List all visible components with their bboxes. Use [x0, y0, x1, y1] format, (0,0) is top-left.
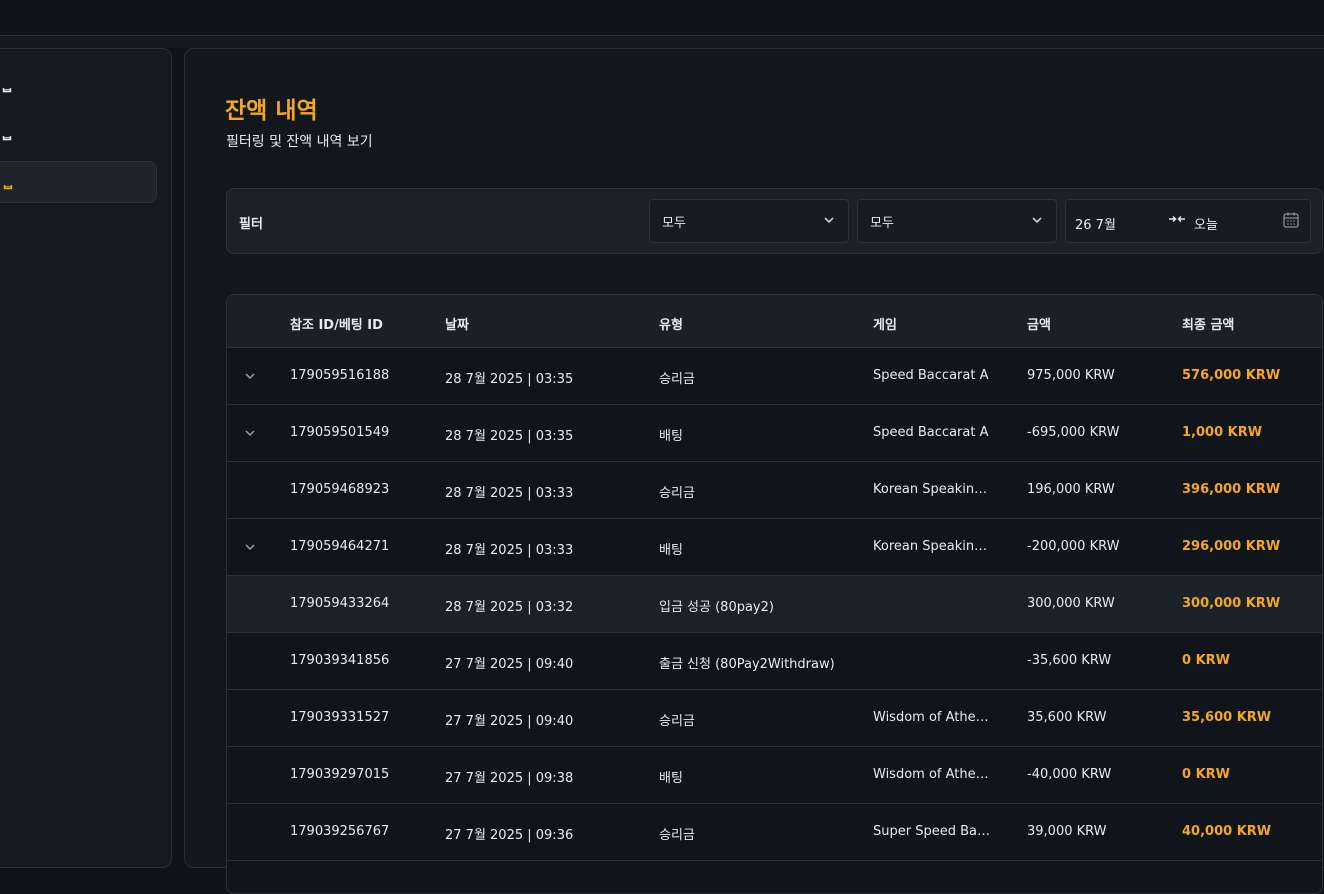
type-select[interactable]: 모두: [649, 199, 849, 243]
sidebar-item-2[interactable]: ᆸ: [0, 112, 157, 154]
cell-game: Korean Speakin…: [873, 482, 988, 497]
date-to[interactable]: 오늘: [1194, 214, 1218, 233]
cell-ref-id: 179039256767: [290, 824, 390, 839]
table-row[interactable]: 179059501549 28 7월 2025 | 03:35 배팅 Speed Ba…: [227, 405, 1322, 462]
page-subtitle: 필터링 및 잔액 내역 보기: [226, 134, 373, 150]
cell-final-amount: 296,000 KRW: [1182, 539, 1281, 554]
cell-amount: 35,600 KRW: [1027, 710, 1107, 725]
table-row[interactable]: 179059516188 28 7월 2025 | 03:35 승리금 Speed B…: [227, 348, 1322, 405]
cell-type: 입금 성공 (80pay2): [659, 600, 774, 615]
cell-amount: -40,000 KRW: [1027, 767, 1112, 782]
cell-ref-id: 179039297015: [290, 767, 390, 782]
sidebar-item-label: ᆸ: [1, 79, 13, 95]
chevron-down-icon: [1032, 217, 1042, 224]
cell-ref-id: 179059433264: [290, 596, 390, 611]
calendar-icon[interactable]: [1282, 211, 1300, 229]
sidebar: ᆸ ᆸ ᆸ: [0, 48, 172, 868]
cell-game: Super Speed Ba…: [873, 824, 990, 839]
sidebar-item-3-active[interactable]: ᆸ: [0, 161, 157, 203]
cell-type: 승리금: [659, 486, 695, 501]
cell-final-amount: 35,600 KRW: [1182, 710, 1272, 725]
game-select[interactable]: 모두: [857, 199, 1057, 243]
header-ref-id: 참조 ID/베팅 ID: [290, 318, 383, 333]
cell-date: 28 7월 2025 | 03:33: [445, 486, 574, 501]
cell-final-amount: 1,000 KRW: [1182, 425, 1263, 440]
cell-amount: -35,600 KRW: [1027, 653, 1112, 668]
date-from[interactable]: 26 7월: [1075, 214, 1116, 233]
cell-ref-id: 179059468923: [290, 482, 390, 497]
cell-game: Speed Baccarat A: [873, 425, 989, 440]
cell-amount: -200,000 KRW: [1027, 539, 1120, 554]
sidebar-item-label: ᆸ: [1, 127, 13, 143]
cell-final-amount: 0 KRW: [1182, 653, 1230, 668]
cell-amount: 196,000 KRW: [1027, 482, 1115, 497]
cell-date: 28 7월 2025 | 03:35: [445, 429, 574, 444]
cell-type: 승리금: [659, 714, 695, 729]
sidebar-item-label: ᆸ: [2, 176, 14, 192]
cell-date: 27 7월 2025 | 09:38: [445, 771, 574, 786]
table-row[interactable]: 179059464271 28 7월 2025 | 03:33 배팅 Korean S…: [227, 519, 1322, 576]
cell-ref-id: 179059464271: [290, 539, 390, 554]
cell-game: Korean Speakin…: [873, 539, 988, 554]
game-select-value: 모두: [870, 215, 894, 231]
chevron-down-icon: [824, 217, 834, 224]
filter-bar: 필터 모두 모두 26 7월 오늘: [226, 188, 1323, 254]
cell-type: 승리금: [659, 828, 695, 843]
table-header: 참조 ID/베팅 ID 날짜 유형 게임 금액 최종 금액: [227, 295, 1322, 348]
cell-type: 배팅: [659, 771, 683, 786]
cell-amount: 975,000 KRW: [1027, 368, 1115, 383]
table-row[interactable]: 179039331527 27 7월 2025 | 09:40 승리금 Wisdom …: [227, 690, 1322, 747]
expand-chevron-icon[interactable]: [243, 541, 257, 553]
table-row[interactable]: 179059433264 28 7월 2025 | 03:32 입금 성공 (80p…: [227, 576, 1322, 633]
header-game: 게임: [873, 318, 897, 333]
expand-chevron-icon[interactable]: [243, 427, 257, 439]
table-row[interactable]: 179039341856 27 7월 2025 | 09:40 출금 신청 (80P…: [227, 633, 1322, 690]
cell-final-amount: 300,000 KRW: [1182, 596, 1281, 611]
header-final-amount: 최종 금액: [1182, 318, 1235, 333]
cell-date: 27 7월 2025 | 09:40: [445, 657, 574, 672]
sidebar-item-1[interactable]: ᆸ: [0, 64, 157, 106]
balance-table: 참조 ID/베팅 ID 날짜 유형 게임 금액 최종 금액 1790595161…: [226, 294, 1323, 894]
top-bar: [0, 0, 1324, 36]
header-amount: 금액: [1027, 318, 1051, 333]
table-row[interactable]: 179039256767 27 7월 2025 | 09:36 승리금 Super S…: [227, 804, 1322, 861]
cell-final-amount: 0 KRW: [1182, 767, 1230, 782]
cell-type: 출금 신청 (80Pay2Withdraw): [659, 657, 835, 672]
cell-type: 배팅: [659, 429, 683, 444]
table-row[interactable]: 179059468923 28 7월 2025 | 03:33 승리금 Korean …: [227, 462, 1322, 519]
top-strip: [0, 36, 1324, 48]
cell-game: Wisdom of Athe…: [873, 767, 989, 782]
page-title: 잔액 내역: [225, 98, 318, 124]
cell-ref-id: 179039341856: [290, 653, 390, 668]
date-range-picker[interactable]: 26 7월 오늘: [1065, 199, 1311, 243]
cell-ref-id: 179059516188: [290, 368, 390, 383]
cell-date: 27 7월 2025 | 09:40: [445, 714, 574, 729]
cell-game: Speed Baccarat A: [873, 368, 989, 383]
header-date: 날짜: [445, 318, 469, 333]
cell-type: 승리금: [659, 372, 695, 387]
cell-ref-id: 179059501549: [290, 425, 390, 440]
cell-date: 28 7월 2025 | 03:35: [445, 372, 574, 387]
filter-label: 필터: [239, 217, 263, 232]
cell-type: 배팅: [659, 543, 683, 558]
cell-date: 28 7월 2025 | 03:32: [445, 600, 574, 615]
table-row[interactable]: 179039297015 27 7월 2025 | 09:38 배팅 Wisdom o…: [227, 747, 1322, 804]
cell-amount: 300,000 KRW: [1027, 596, 1115, 611]
cell-final-amount: 40,000 KRW: [1182, 824, 1272, 839]
cell-date: 28 7월 2025 | 03:33: [445, 543, 574, 558]
swap-arrows-icon: [1169, 215, 1185, 223]
type-select-value: 모두: [662, 215, 686, 231]
cell-final-amount: 396,000 KRW: [1182, 482, 1281, 497]
cell-amount: -695,000 KRW: [1027, 425, 1120, 440]
cell-final-amount: 576,000 KRW: [1182, 368, 1281, 383]
cell-amount: 39,000 KRW: [1027, 824, 1107, 839]
header-type: 유형: [659, 318, 683, 333]
cell-date: 27 7월 2025 | 09:36: [445, 828, 574, 843]
cell-game: Wisdom of Athe…: [873, 710, 989, 725]
cell-ref-id: 179039331527: [290, 710, 390, 725]
main-panel: 잔액 내역 필터링 및 잔액 내역 보기 필터 모두 모두 26 7월 오늘 참…: [184, 48, 1324, 894]
expand-chevron-icon[interactable]: [243, 370, 257, 382]
